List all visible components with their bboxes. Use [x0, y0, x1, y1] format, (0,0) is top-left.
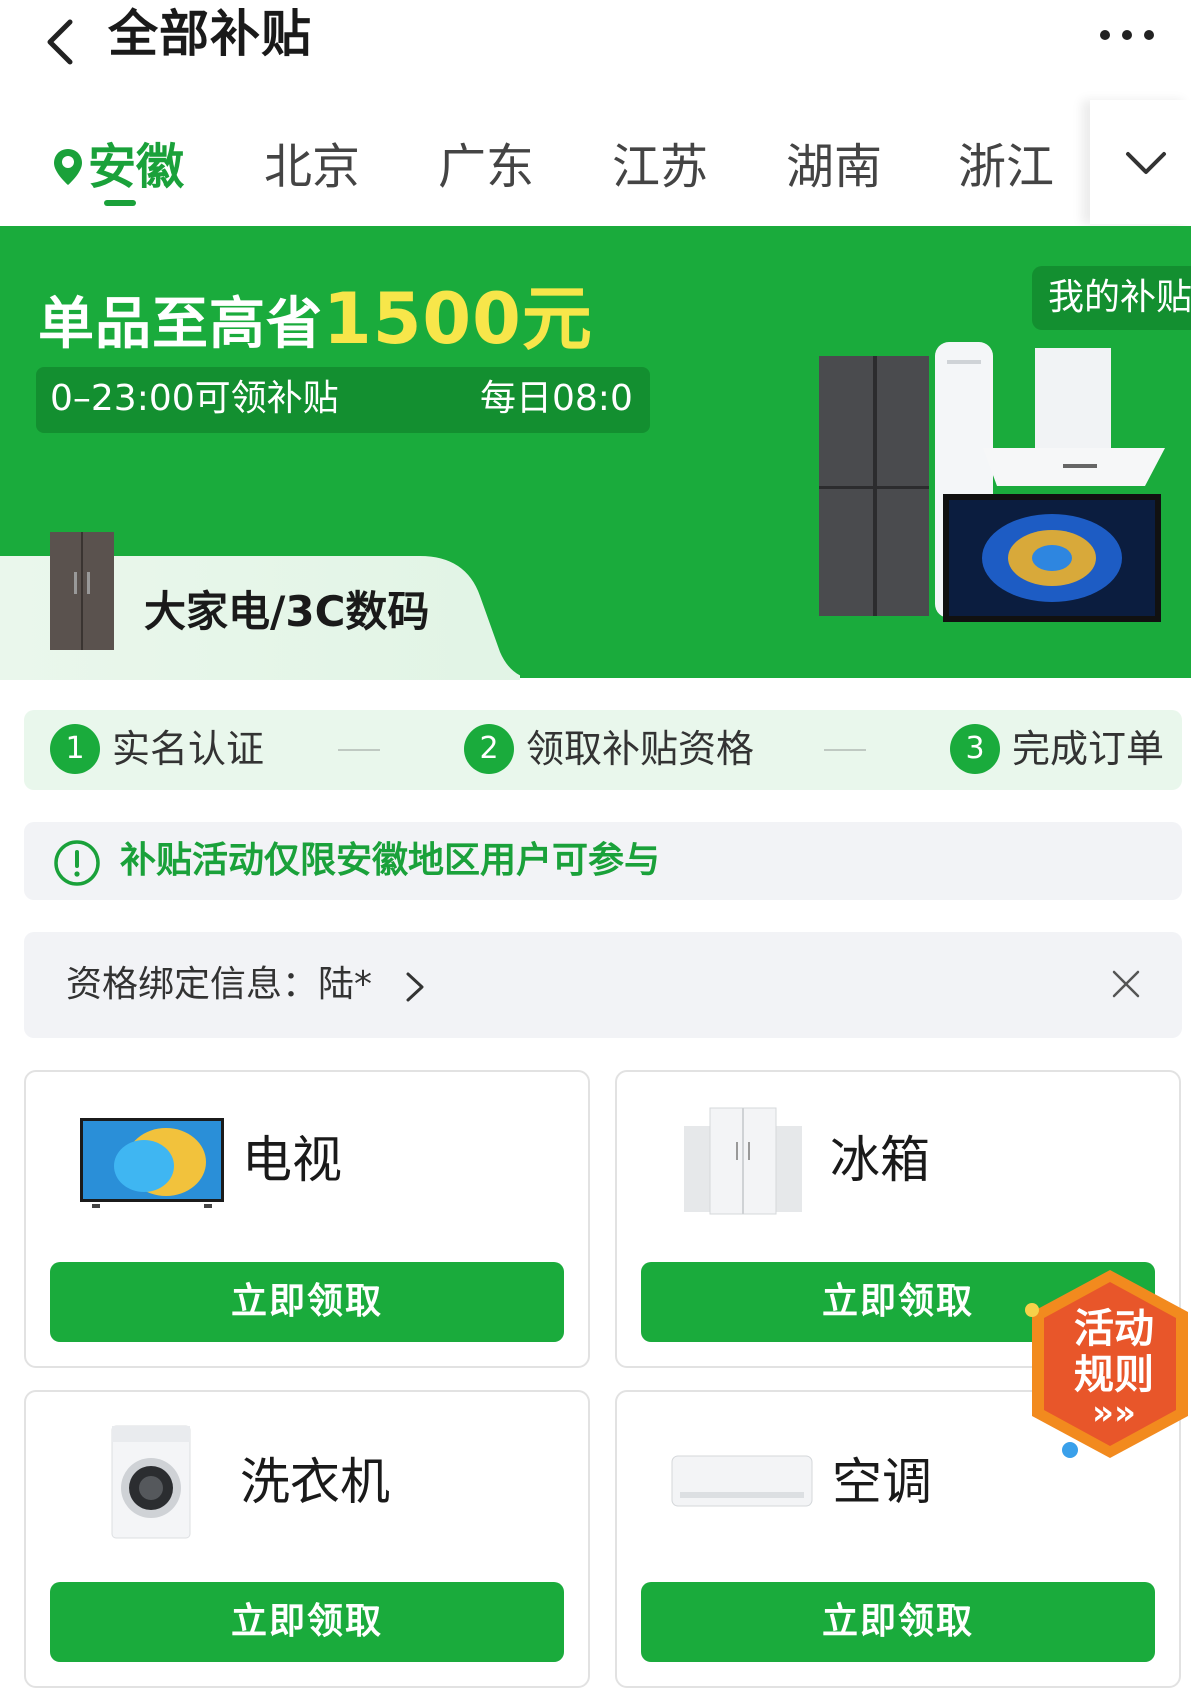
tab-beijing[interactable]: 北京: [264, 136, 360, 198]
step-2-label: 领取补贴资格: [526, 727, 755, 771]
washer-icon: [111, 1425, 191, 1539]
my-subsidy-button[interactable]: 我的补贴: [1032, 266, 1191, 330]
claim-button-washer[interactable]: 立即领取: [50, 1582, 564, 1662]
rules-label-line1: 活动: [1074, 1306, 1154, 1352]
banner-headline: 单品至高省1500元: [38, 282, 593, 362]
step-1-number: 1: [50, 724, 100, 774]
claim-time-right: 每日08:0: [480, 378, 633, 419]
air-conditioner-icon: [671, 1455, 813, 1507]
category-fridge-icon: [50, 532, 114, 650]
tab-zhejiang[interactable]: 浙江: [958, 136, 1054, 198]
rules-label[interactable]: 活动 规则: [1064, 1306, 1164, 1398]
product-name-fridge: 冰箱: [830, 1131, 930, 1189]
step-2-number: 2: [464, 724, 514, 774]
step-3-label: 完成订单: [1012, 727, 1165, 771]
tab-anhui[interactable]: 安徽: [88, 136, 184, 198]
tab-jiangsu[interactable]: 江苏: [612, 136, 708, 198]
claim-button-tv[interactable]: 立即领取: [50, 1262, 564, 1342]
category-label[interactable]: 大家电/3C数码: [144, 584, 429, 640]
info-circle-icon: [54, 840, 100, 886]
product-name-washer: 洗衣机: [240, 1453, 390, 1511]
claim-button-ac[interactable]: 立即领取: [641, 1582, 1155, 1662]
product-name-tv: 电视: [242, 1131, 342, 1189]
banner-headline-text: 单品至高省: [38, 292, 323, 357]
step-divider: [824, 749, 866, 751]
binding-info-text[interactable]: 资格绑定信息：陆*: [66, 958, 372, 1012]
chevron-right-icon[interactable]: [404, 970, 426, 1004]
fridge-icon: [684, 1107, 802, 1215]
step-divider: [338, 749, 380, 751]
banner-headline-amount: 1500元: [323, 278, 593, 360]
double-arrow-icon: »»: [1092, 1393, 1136, 1433]
claim-time-left: 0–23:00可领补贴: [50, 378, 339, 419]
page-title: 全部补贴: [108, 5, 312, 63]
step-1-label: 实名认证: [112, 727, 265, 771]
chevron-down-icon[interactable]: [1124, 150, 1168, 176]
claim-time-bar: 0–23:00可领补贴 每日08:0: [36, 367, 650, 433]
tab-hunan[interactable]: 湖南: [786, 136, 882, 198]
appliances-illustration: [819, 342, 1165, 622]
tv-icon: [80, 1118, 224, 1208]
close-icon[interactable]: [1110, 968, 1142, 1000]
more-icon[interactable]: [1100, 30, 1160, 42]
step-3-number: 3: [950, 724, 1000, 774]
rules-label-line2: 规则: [1074, 1352, 1154, 1398]
notice-text: 补贴活动仅限安徽地区用户可参与: [120, 840, 661, 881]
tab-guangdong[interactable]: 广东: [438, 136, 534, 198]
active-tab-indicator: [104, 200, 136, 206]
product-name-ac: 空调: [832, 1453, 932, 1511]
location-pin-icon: [54, 149, 82, 185]
back-icon[interactable]: [40, 10, 84, 70]
